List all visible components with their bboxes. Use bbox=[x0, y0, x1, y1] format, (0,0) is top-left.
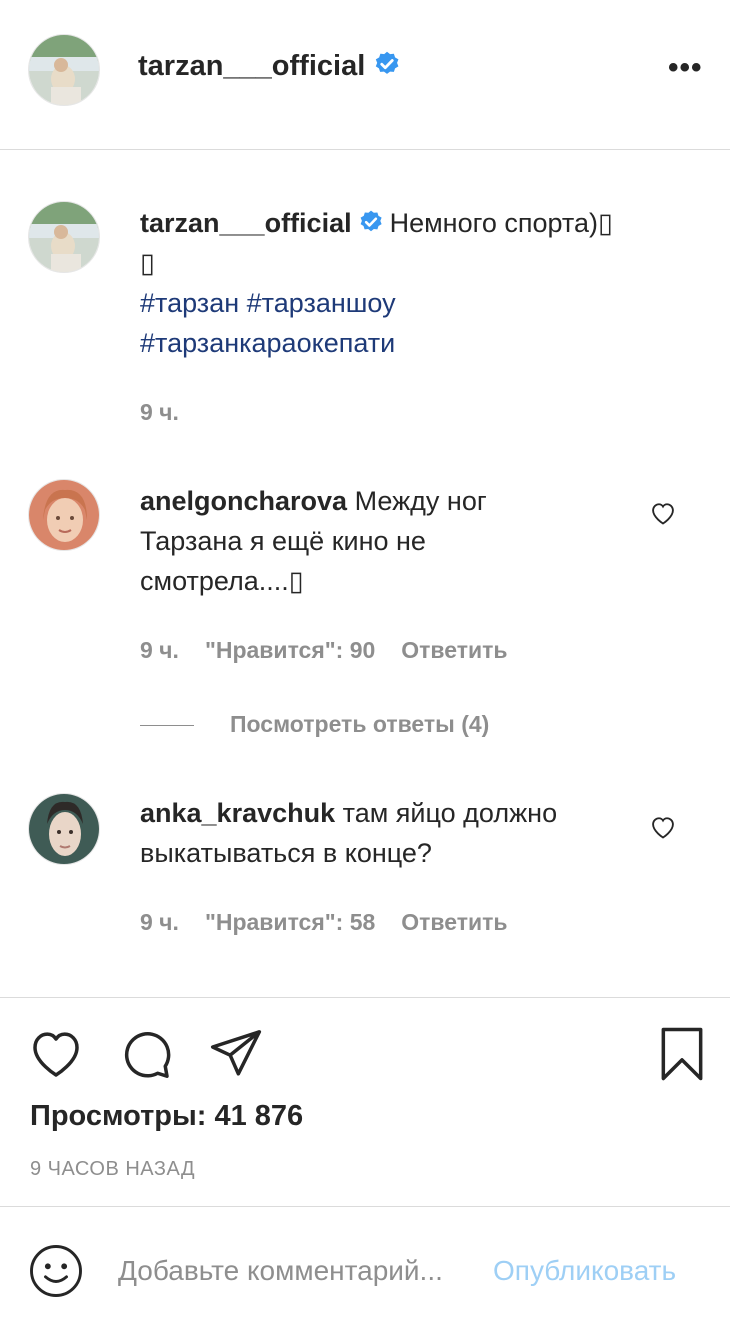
comment-text: anelgoncharova Между ног Тарзана я ещё к… bbox=[140, 481, 650, 601]
save-bookmark-icon[interactable] bbox=[654, 1026, 710, 1082]
caption-meta: 9 ч. bbox=[140, 399, 205, 426]
like-comment-heart-icon[interactable] bbox=[648, 813, 678, 841]
hashtag-link[interactable]: #тарзанкараокепати bbox=[140, 328, 395, 358]
caption-time[interactable]: 9 ч. bbox=[140, 399, 179, 425]
comment-meta: 9 ч. "Нравится": 90 Ответить bbox=[140, 637, 534, 664]
profile-avatar[interactable] bbox=[28, 34, 100, 106]
post-time-ago[interactable]: 9 ЧАСОВ НАЗАД bbox=[30, 1158, 195, 1181]
comment-time[interactable]: 9 ч. bbox=[140, 909, 179, 935]
caption-body: Немного спорта)▯ bbox=[389, 208, 613, 238]
share-paper-plane-icon[interactable] bbox=[208, 1026, 264, 1082]
profile-username-text[interactable]: tarzan___official bbox=[138, 50, 365, 82]
comment-body-line: Тарзана я ещё кино не bbox=[140, 526, 426, 556]
caption-text: tarzan___official Немного спорта)▯ ▯ #тар… bbox=[140, 203, 680, 363]
comment-body-line: смотрела....▯ bbox=[140, 566, 304, 596]
comment-likes[interactable]: "Нравится": 58 bbox=[205, 909, 375, 935]
verified-badge-icon bbox=[376, 52, 399, 75]
reply-button[interactable]: Ответить bbox=[401, 909, 507, 935]
comment-username[interactable]: anka_kravchuk bbox=[140, 798, 335, 828]
emoji-smile-icon[interactable] bbox=[28, 1243, 84, 1299]
comment-composer: Опубликовать bbox=[0, 1206, 730, 1323]
post-actions: Просмотры: 41 876 9 ЧАСОВ НАЗАД bbox=[0, 997, 730, 1205]
hashtag-link[interactable]: #тарзаншоу bbox=[247, 288, 396, 318]
comment-body-line: выкатываться в конце? bbox=[140, 838, 432, 868]
publish-button[interactable]: Опубликовать bbox=[493, 1255, 676, 1287]
caption-body-line2: ▯ bbox=[140, 248, 155, 278]
comment-body-line: Между ног bbox=[354, 486, 487, 516]
comments-list[interactable]: tarzan___official Немного спорта)▯ ▯ #тар… bbox=[0, 151, 730, 997]
verified-badge-icon bbox=[360, 210, 382, 232]
post-header: tarzan___official ••• bbox=[0, 0, 730, 150]
more-options-button[interactable]: ••• bbox=[668, 53, 703, 83]
caption-avatar[interactable] bbox=[28, 201, 100, 273]
comment-text: anka_kravchuk там яйцо должно выкатывать… bbox=[140, 793, 650, 873]
comment-time[interactable]: 9 ч. bbox=[140, 637, 179, 663]
like-comment-heart-icon[interactable] bbox=[648, 499, 678, 527]
reply-button[interactable]: Ответить bbox=[401, 637, 507, 663]
comment-likes[interactable]: "Нравится": 90 bbox=[205, 637, 375, 663]
comment-body-line: там яйцо должно bbox=[342, 798, 558, 828]
commenter-avatar[interactable] bbox=[28, 479, 100, 551]
comment-meta: 9 ч. "Нравится": 58 Ответить bbox=[140, 909, 534, 936]
comment-username[interactable]: anelgoncharova bbox=[140, 486, 347, 516]
view-replies-button[interactable]: Посмотреть ответы (4) bbox=[140, 711, 489, 738]
hashtag-link[interactable]: #тарзан bbox=[140, 288, 239, 318]
caption-username[interactable]: tarzan___official bbox=[140, 208, 352, 238]
views-count[interactable]: Просмотры: 41 876 bbox=[30, 1100, 303, 1133]
comment-input[interactable] bbox=[118, 1251, 488, 1291]
comment-bubble-icon[interactable] bbox=[118, 1026, 174, 1082]
commenter-avatar[interactable] bbox=[28, 793, 100, 865]
view-replies-label[interactable]: Посмотреть ответы (4) bbox=[230, 711, 489, 737]
like-heart-icon[interactable] bbox=[28, 1026, 84, 1082]
profile-username[interactable]: tarzan___official bbox=[138, 50, 401, 83]
replies-divider bbox=[140, 725, 194, 727]
